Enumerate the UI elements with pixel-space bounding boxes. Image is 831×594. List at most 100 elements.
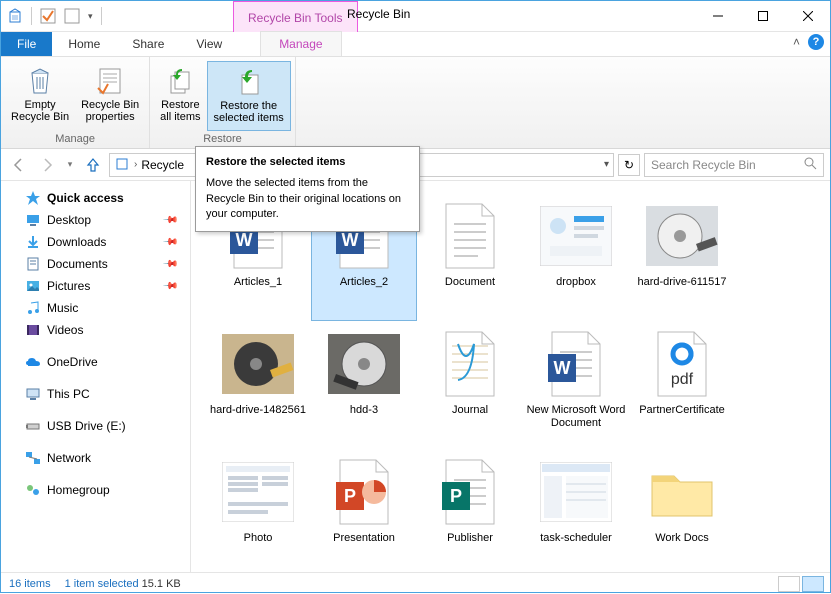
file-thumbnail <box>222 328 294 400</box>
contextual-tab-label: Recycle Bin Tools <box>233 1 358 32</box>
restore-selected-button[interactable]: Restore the selected items <box>207 61 291 131</box>
breadcrumb-location[interactable]: Recycle <box>141 158 184 172</box>
titlebar: ▾ Recycle Bin Tools Recycle Bin <box>1 1 830 32</box>
svg-text:W: W <box>554 358 571 378</box>
downloads-icon <box>25 234 41 250</box>
sidebar-onedrive[interactable]: OneDrive <box>1 351 190 373</box>
minimize-button[interactable] <box>695 1 740 30</box>
file-name: New Microsoft Word Document <box>526 404 626 430</box>
tab-view[interactable]: View <box>180 32 238 56</box>
file-item[interactable]: Work Docs <box>629 449 735 572</box>
tab-file[interactable]: File <box>1 32 52 56</box>
onedrive-icon <box>25 354 41 370</box>
videos-icon <box>25 322 41 338</box>
nav-back-button[interactable] <box>7 153 31 177</box>
search-input[interactable]: Search Recycle Bin <box>644 153 824 177</box>
nav-up-button[interactable] <box>81 153 105 177</box>
address-dropdown-icon[interactable]: ▾ <box>604 159 609 170</box>
svg-text:P: P <box>450 486 462 506</box>
tab-share[interactable]: Share <box>116 32 180 56</box>
sidebar-item-pictures[interactable]: Pictures 📌 <box>1 275 190 297</box>
file-item[interactable]: hdd-3 <box>311 321 417 449</box>
file-thumbnail <box>222 456 294 528</box>
desktop-icon <box>25 212 41 228</box>
sidebar-quick-access[interactable]: Quick access <box>1 187 190 209</box>
file-name: dropbox <box>556 276 596 289</box>
qat-customize-icon[interactable]: ▾ <box>88 11 93 22</box>
qat-blank-icon[interactable] <box>64 8 80 24</box>
ribbon-group-restore: Restore all items Restore the selected i… <box>150 57 296 148</box>
refresh-button[interactable]: ↻ <box>618 154 640 176</box>
file-name: Articles_1 <box>234 276 282 289</box>
file-thumbnail <box>328 328 400 400</box>
file-item[interactable]: dropbox <box>523 193 629 321</box>
large-icons-view-button[interactable] <box>802 576 824 592</box>
tab-manage[interactable]: Manage <box>260 31 341 56</box>
sidebar-label: Pictures <box>47 279 90 293</box>
sidebar-item-downloads[interactable]: Downloads📌 <box>1 231 190 253</box>
breadcrumb-arrow-icon[interactable]: › <box>134 159 137 170</box>
tooltip-title: Restore the selected items <box>206 155 409 170</box>
qat-separator-2 <box>101 7 102 25</box>
file-item[interactable]: PPresentation <box>311 449 417 572</box>
file-item[interactable]: W New Microsoft Word Document <box>523 321 629 449</box>
sidebar-item-music[interactable]: Music <box>1 297 190 319</box>
restore-selected-icon <box>234 66 264 98</box>
sidebar-homegroup[interactable]: Homegroup <box>1 479 190 501</box>
file-item[interactable]: hard-drive-1482561 <box>205 321 311 449</box>
file-item[interactable]: Document <box>417 193 523 321</box>
file-thumbnail: P <box>434 456 506 528</box>
recycle-bin-properties-button[interactable]: Recycle Bin properties <box>75 61 145 131</box>
empty-recycle-bin-button[interactable]: Empty Recycle Bin <box>5 61 75 131</box>
quick-access-toolbar: ▾ <box>1 7 108 25</box>
maximize-button[interactable] <box>740 1 785 30</box>
pin-icon: 📌 <box>161 212 178 229</box>
help-icon[interactable]: ? <box>808 34 824 50</box>
sidebar-label: Desktop <box>47 213 91 227</box>
ribbon-btn-label: Restore the selected items <box>214 100 284 124</box>
close-button[interactable] <box>785 1 830 30</box>
ribbon-group-manage: Empty Recycle Bin Recycle Bin properties… <box>1 57 150 148</box>
sidebar-label: This PC <box>47 387 90 401</box>
file-name: hdd-3 <box>350 404 378 417</box>
restore-all-button[interactable]: Restore all items <box>154 61 206 131</box>
details-view-button[interactable] <box>778 576 800 592</box>
ribbon-collapse-icon[interactable]: ˄ <box>793 35 800 49</box>
sidebar-network[interactable]: Network <box>1 447 190 469</box>
status-size: 15.1 KB <box>142 578 181 590</box>
recycle-bin-icon <box>7 8 23 24</box>
sidebar-label: Quick access <box>47 191 124 205</box>
sidebar-item-desktop[interactable]: Desktop 📌 <box>1 209 190 231</box>
ribbon-btn-label: Empty Recycle Bin <box>11 99 69 123</box>
this-pc-icon <box>25 386 41 402</box>
ribbon-btn-label: Recycle Bin properties <box>81 99 139 123</box>
file-thumbnail <box>646 200 718 272</box>
file-item[interactable]: Journal <box>417 321 523 449</box>
file-thumbnail <box>540 456 612 528</box>
file-item[interactable]: Photo <box>205 449 311 572</box>
sidebar-this-pc[interactable]: This PC <box>1 383 190 405</box>
sidebar-usb-drive[interactable]: USB Drive (E:) <box>1 415 190 437</box>
search-icon <box>804 157 817 173</box>
window-title: Recycle Bin <box>347 7 410 21</box>
file-thumbnail <box>434 328 506 400</box>
file-item[interactable]: pdfPartnerCertificate <box>629 321 735 449</box>
nav-history-button[interactable]: ▾ <box>63 153 77 177</box>
file-list[interactable]: WArticles_1WArticles_2Documentdropboxhar… <box>191 181 830 572</box>
file-item[interactable]: PPublisher <box>417 449 523 572</box>
sidebar-item-documents[interactable]: Documents📌 <box>1 253 190 275</box>
recycle-bin-small-icon <box>114 155 130 174</box>
file-thumbnail: W <box>540 328 612 400</box>
sidebar-label: Documents <box>47 257 108 271</box>
svg-text:pdf: pdf <box>671 371 694 388</box>
properties-checkbox-icon[interactable] <box>40 8 56 24</box>
svg-text:P: P <box>344 486 356 506</box>
search-placeholder: Search Recycle Bin <box>651 158 756 172</box>
nav-forward-button[interactable] <box>35 153 59 177</box>
pin-icon: 📌 <box>161 278 178 295</box>
sidebar-item-videos[interactable]: Videos <box>1 319 190 341</box>
usb-drive-icon <box>25 418 41 434</box>
file-item[interactable]: task-scheduler <box>523 449 629 572</box>
tab-home[interactable]: Home <box>52 32 116 56</box>
file-item[interactable]: hard-drive-611517 <box>629 193 735 321</box>
